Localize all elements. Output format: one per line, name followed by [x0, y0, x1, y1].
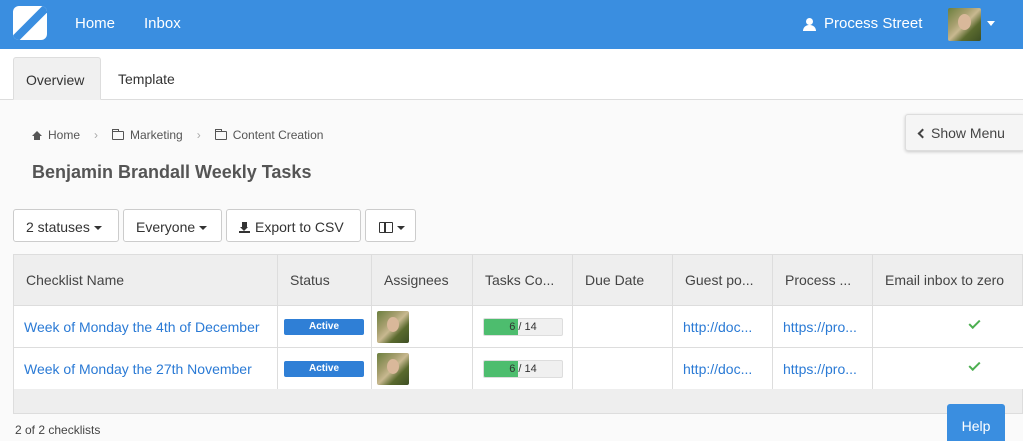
- home-icon: [32, 130, 42, 140]
- user-avatar[interactable]: [948, 8, 981, 41]
- nav-home-link[interactable]: Home: [75, 15, 115, 32]
- breadcrumb: Home › Marketing › Content Creation: [32, 128, 323, 142]
- column-header-status[interactable]: Status: [278, 255, 372, 305]
- tasks-progress-bar: 6 / 14: [483, 318, 563, 336]
- breadcrumb-home-label: Home: [48, 128, 81, 142]
- column-header-process[interactable]: Process ...: [773, 255, 873, 305]
- help-button[interactable]: Help: [947, 404, 1005, 441]
- process-link[interactable]: https://pro...: [783, 319, 868, 335]
- checklist-name-link[interactable]: Week of Monday the 27th November: [24, 361, 252, 377]
- chevron-right-icon: ›: [94, 128, 99, 142]
- due-date-cell[interactable]: [573, 306, 673, 347]
- caret-down-icon: [199, 226, 208, 230]
- checklist-name-link[interactable]: Week of Monday the 4th of December: [24, 319, 260, 335]
- columns-toggle-button[interactable]: [365, 209, 416, 242]
- checklist-count: 2 of 2 checklists: [15, 423, 101, 437]
- breadcrumb-content-creation[interactable]: Content Creation: [214, 128, 324, 142]
- column-header-due-date[interactable]: Due Date: [573, 255, 673, 305]
- column-header-assignees[interactable]: Assignees: [372, 255, 473, 305]
- download-icon: [239, 222, 250, 233]
- column-header-tasks-completed[interactable]: Tasks Co...: [473, 255, 573, 305]
- organization-menu[interactable]: Process Street: [802, 15, 922, 32]
- users-icon: [802, 17, 818, 31]
- export-csv-label: Export to CSV: [255, 219, 344, 235]
- page-title: Benjamin Brandall Weekly Tasks: [32, 162, 312, 182]
- progress-text: 6 / 14: [509, 321, 537, 333]
- chevron-down-icon[interactable]: [987, 21, 995, 26]
- process-street-logo[interactable]: [13, 6, 47, 40]
- main-content: Home › Marketing › Content Creation Benj…: [0, 100, 1023, 441]
- check-icon: [968, 316, 981, 330]
- folder-icon: [214, 128, 227, 140]
- status-filter-dropdown[interactable]: 2 statuses: [13, 209, 119, 242]
- export-csv-button[interactable]: Export to CSV: [226, 209, 361, 242]
- tasks-progress-bar: 6 / 14: [483, 360, 563, 378]
- breadcrumb-home[interactable]: Home: [32, 128, 80, 142]
- caret-down-icon: [397, 226, 405, 230]
- breadcrumb-marketing-label: Marketing: [130, 128, 183, 142]
- folder-icon: [112, 128, 125, 140]
- column-header-email-inbox[interactable]: Email inbox to zero: [873, 255, 1023, 305]
- organization-name: Process Street: [824, 15, 923, 32]
- tab-overview[interactable]: Overview: [13, 57, 101, 100]
- caret-down-icon: [93, 226, 102, 230]
- column-header-guest-post[interactable]: Guest po...: [673, 255, 773, 305]
- show-menu-button[interactable]: Show Menu: [905, 114, 1023, 151]
- show-menu-label: Show Menu: [931, 125, 1005, 141]
- guest-post-link[interactable]: http://doc...: [683, 319, 768, 335]
- nav-inbox-link[interactable]: Inbox: [144, 15, 181, 32]
- table-row[interactable]: Week of Monday the 4th of December Activ…: [14, 305, 1023, 347]
- columns-icon: [379, 222, 393, 233]
- chevron-left-icon: [917, 128, 928, 139]
- table-row[interactable]: Week of Monday the 27th November Active …: [14, 347, 1023, 389]
- assignee-avatar[interactable]: [377, 353, 409, 385]
- due-date-cell[interactable]: [573, 348, 673, 389]
- view-tabs: Overview Template: [0, 49, 1023, 100]
- checklists-table: Checklist Name Status Assignees Tasks Co…: [13, 254, 1023, 414]
- guest-post-link[interactable]: http://doc...: [683, 361, 768, 377]
- status-badge: Active: [284, 319, 364, 335]
- progress-text: 6 / 14: [509, 363, 537, 375]
- check-icon: [968, 358, 981, 372]
- top-navbar: Home Inbox Process Street: [0, 0, 1023, 49]
- column-header-checklist-name[interactable]: Checklist Name: [14, 255, 278, 305]
- tab-template[interactable]: Template: [106, 57, 187, 100]
- chevron-right-icon: ›: [196, 128, 201, 142]
- breadcrumb-content-creation-label: Content Creation: [232, 128, 324, 142]
- process-link[interactable]: https://pro...: [783, 361, 868, 377]
- status-filter-label: 2 statuses: [26, 219, 90, 235]
- breadcrumb-marketing[interactable]: Marketing: [112, 128, 183, 142]
- assignee-filter-dropdown[interactable]: Everyone: [123, 209, 222, 242]
- status-badge: Active: [284, 361, 364, 377]
- assignee-filter-label: Everyone: [136, 219, 196, 235]
- assignee-avatar[interactable]: [377, 311, 409, 343]
